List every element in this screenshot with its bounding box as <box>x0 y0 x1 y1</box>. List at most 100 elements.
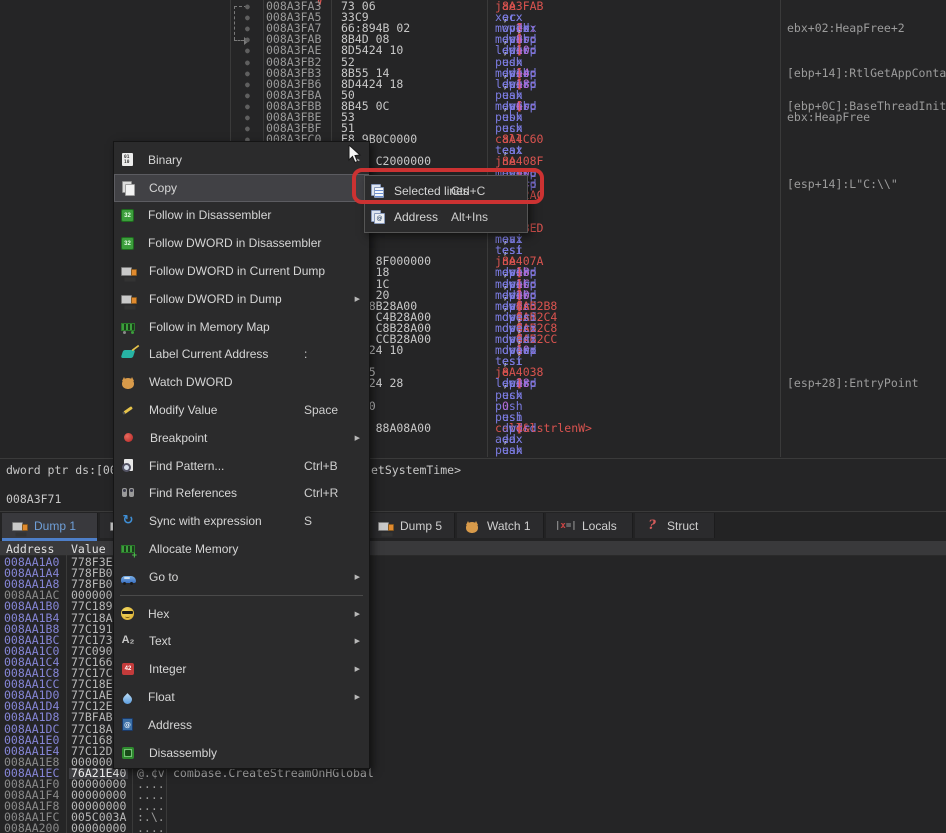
menu-item-label: Follow DWORD in Dump <box>149 292 282 306</box>
disasm-instruction: push eax <box>495 445 502 456</box>
truck-icon <box>120 291 136 307</box>
tab-locals[interactable]: |x=|Locals <box>546 513 633 538</box>
binoculars-icon <box>120 485 136 501</box>
menu-item-follow-dword-in-dump[interactable]: Follow DWORD in Dump ▶ <box>114 285 369 313</box>
breakpoint-dot-icon[interactable]: ● <box>245 79 250 90</box>
menu-item-label: Watch DWORD <box>149 375 233 389</box>
chip32-icon <box>121 209 134 222</box>
sync-icon <box>120 513 136 529</box>
submenu-arrow-icon: ▶ <box>355 295 360 303</box>
menu-item-shortcut: Ctrl+C <box>451 184 485 198</box>
menu-item-text[interactable]: Text ▶ <box>114 628 369 656</box>
pencil-icon <box>120 402 136 418</box>
breakpoint-dot-icon[interactable]: ● <box>245 68 250 79</box>
menu-item-label: Follow in Disassembler <box>148 208 271 222</box>
magnifier-icon <box>120 458 136 474</box>
disasm-row[interactable]: ●008A3FAB8B4D 08mov ecx,dword ptr ss:[eb… <box>231 34 946 45</box>
menu-item-float[interactable]: Float▶ <box>114 683 369 711</box>
chip32-icon <box>121 237 134 250</box>
breakpoint-dot-icon[interactable]: ● <box>245 123 250 134</box>
dump-row[interactable]: 008AA20000000000.... <box>0 823 460 833</box>
cat-icon <box>122 378 134 389</box>
disasm-row[interactable]: ●008A3FA373 06jae 8A3FAB <box>231 1 946 12</box>
menu-item-label: Label Current Address <box>149 347 268 361</box>
menu-item-label: Copy <box>149 181 177 195</box>
tab-dump-5[interactable]: Dump 5 <box>368 513 455 538</box>
copy-lines-icon <box>369 183 385 199</box>
disasm-row[interactable]: ●008A3FBE53push ebxebx:HeapFree <box>231 112 946 123</box>
tab-label: Struct <box>667 519 698 533</box>
breakpoint-dot-icon[interactable]: ● <box>245 101 250 112</box>
dump-row[interactable]: 008AA1F000000000.... <box>0 779 460 790</box>
info-expression-left: dword ptr ds:[00 <box>6 463 117 477</box>
dump-row[interactable]: 008AA1EC76A21E40@.¢vcombase.CreateStream… <box>0 768 460 779</box>
breakpoint-dot-icon[interactable]: ● <box>245 34 250 45</box>
menu-item-integer[interactable]: Integer▶ <box>114 655 369 683</box>
chip-icon <box>122 747 134 759</box>
breakpoint-dot-icon[interactable]: ● <box>245 12 250 23</box>
menu-item-follow-in-memory-map[interactable]: Follow in Memory Map <box>114 313 369 341</box>
breakpoint-dot-icon[interactable]: ● <box>245 57 250 68</box>
submenu-arrow-icon: ▶ <box>355 665 360 673</box>
menu-item-disassembly[interactable]: Disassembly <box>114 739 369 767</box>
memmap-icon <box>121 323 135 331</box>
tab-struct[interactable]: Struct <box>635 513 715 538</box>
dump-value: 00000000 <box>71 823 126 833</box>
texta-icon <box>120 633 136 649</box>
menu-item-label: Disassembly <box>149 746 217 760</box>
menu-item-find-pattern[interactable]: Find Pattern...Ctrl+B <box>114 452 369 480</box>
menu-item-follow-in-disassembler[interactable]: Follow in Disassembler <box>114 202 369 230</box>
breakpoint-dot-icon[interactable]: ● <box>245 112 250 123</box>
tab-dump-1[interactable]: Dump 1 <box>2 513 98 538</box>
disasm-comment: ebx:HeapFree <box>787 112 870 123</box>
menu-item-copy[interactable]: Copy <box>114 174 369 202</box>
dump-row[interactable]: 008AA1F400000000.... <box>0 790 460 801</box>
menu-item-address[interactable]: Address <box>114 711 369 739</box>
menu-item-label: Follow DWORD in Current Dump <box>149 264 325 278</box>
menu-item-label-current-address[interactable]: Label Current Address: <box>114 341 369 369</box>
menu-item-label: Sync with expression <box>149 514 262 528</box>
dump-row[interactable]: 008AA1FC005C003A:.\. <box>0 812 460 823</box>
menu-item-find-references[interactable]: Find ReferencesCtrl+R <box>114 480 369 508</box>
menu-item-shortcut: Alt+Ins <box>451 210 488 224</box>
menu-item-label: Text <box>149 634 171 648</box>
disasm-row[interactable]: ●008A3FB68D4424 18lea eax,dword ptr ss:[… <box>231 79 946 90</box>
menu-item-allocate-memory[interactable]: Allocate Memory <box>114 535 369 563</box>
breakpoint-dot-icon[interactable]: ● <box>245 90 250 101</box>
disasm-comment: ebx+02:HeapFree+2 <box>787 23 905 34</box>
int42-icon <box>122 663 134 675</box>
disasm-row[interactable]: ●008A3FB38B55 14mov edx,dword ptr ss:[eb… <box>231 68 946 79</box>
binary-icon <box>122 153 133 166</box>
menu-item-shortcut: : <box>304 347 307 361</box>
disasm-row[interactable]: ●008A3FBF51push ecx <box>231 123 946 134</box>
menu-item-shortcut: Space <box>304 403 338 417</box>
submenu-arrow-icon: ▶ <box>355 573 360 581</box>
menu-item-shortcut: Ctrl+R <box>304 486 338 500</box>
copy-submenu: Selected linesCtrl+CAddressAlt+Ins <box>364 175 528 233</box>
breakpoint-dot-icon[interactable]: ● <box>245 45 250 56</box>
menu-item-address[interactable]: AddressAlt+Ins <box>365 204 527 230</box>
menu-item-sync-with-expression[interactable]: Sync with expressionS <box>114 507 369 535</box>
menu-item-hex[interactable]: Hex▶ <box>114 600 369 628</box>
menu-item-watch-dword[interactable]: Watch DWORD <box>114 368 369 396</box>
menu-item-modify-value[interactable]: Modify ValueSpace <box>114 396 369 424</box>
disasm-row[interactable]: ●008A3FA766:894B 02mov word ptr ds:[ebx+… <box>231 23 946 34</box>
breakpoint-dot-icon[interactable]: ● <box>245 1 250 12</box>
dump-ascii: .... <box>137 823 165 833</box>
menu-item-follow-dword-in-current-dump[interactable]: Follow DWORD in Current Dump <box>114 257 369 285</box>
menu-item-go-to[interactable]: Go to▶ <box>114 563 369 591</box>
submenu-arrow-icon: ▶ <box>355 610 360 618</box>
x64dbg-window: ∨ ●008A3FA373 06jae 8A3FAB●008A3FA533C9x… <box>0 0 946 833</box>
dump-row[interactable]: 008AA1F800000000.... <box>0 801 460 812</box>
menu-item-selected-lines[interactable]: Selected linesCtrl+C <box>365 178 527 204</box>
menu-item-label: Float <box>148 690 175 704</box>
breakpoint-dot-icon[interactable]: ● <box>245 23 250 34</box>
menu-item-breakpoint[interactable]: Breakpoint▶ <box>114 424 369 452</box>
disasm-comment: [esp+28]:EntryPoint <box>787 378 919 389</box>
menu-item-follow-dword-in-disassembler[interactable]: Follow DWORD in Disassembler <box>114 229 369 257</box>
info-current-address: 008A3F71 <box>6 492 61 506</box>
disasm-row[interactable]: ●008A3FAE8D5424 10lea edx,dword ptr ss:[… <box>231 45 946 56</box>
submenu-arrow-icon: ▶ <box>355 637 360 645</box>
tab-watch-1[interactable]: Watch 1 <box>457 513 544 538</box>
menu-item-binary[interactable]: Binary▶ <box>114 146 369 174</box>
